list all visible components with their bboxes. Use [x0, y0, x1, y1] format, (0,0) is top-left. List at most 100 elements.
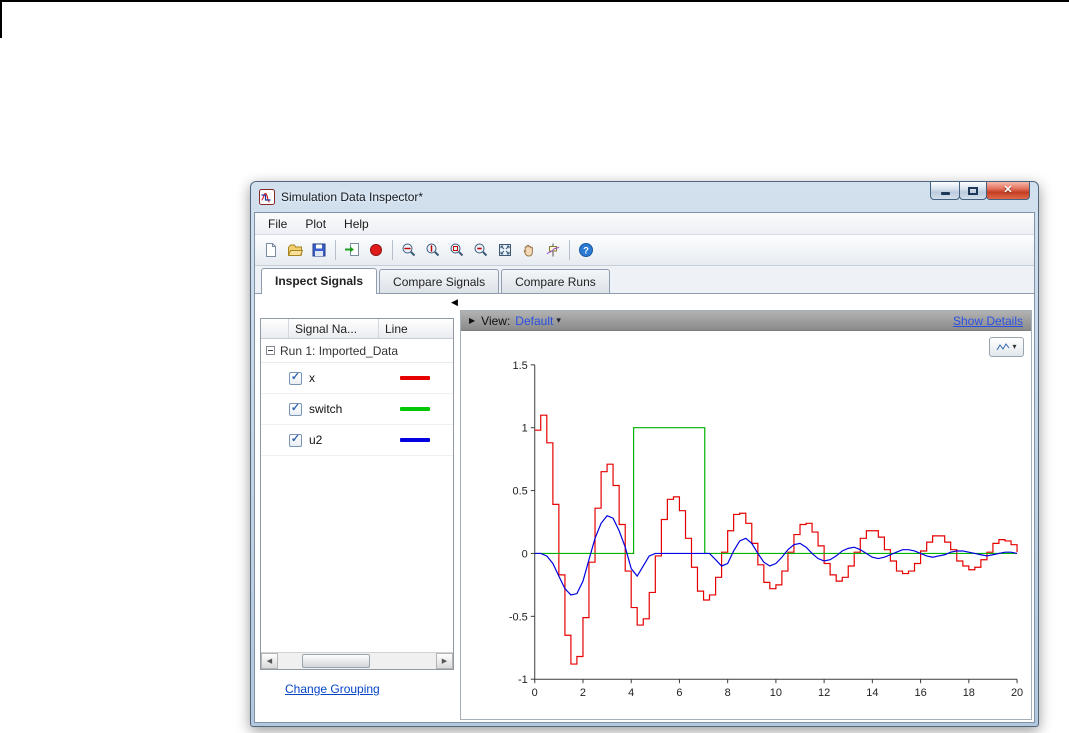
plot-type-dropdown-button[interactable]: ▾ — [989, 337, 1024, 357]
svg-text:-0.5: -0.5 — [509, 611, 528, 623]
svg-text:1.5: 1.5 — [513, 360, 528, 372]
fit-to-view-button[interactable] — [493, 238, 517, 262]
run-group-row[interactable]: Run 1: Imported_Data — [261, 339, 453, 363]
data-cursor-button[interactable] — [541, 238, 565, 262]
show-details-link[interactable]: Show Details — [953, 314, 1023, 328]
caption-buttons: ✕ — [930, 181, 1030, 200]
svg-text:18: 18 — [963, 687, 975, 699]
window-title: Simulation Data Inspector* — [281, 190, 424, 204]
collapse-group-icon[interactable] — [266, 346, 275, 355]
scroll-right-icon: ▶ — [441, 658, 448, 665]
save-icon — [312, 243, 326, 257]
svg-text:20: 20 — [1011, 687, 1023, 699]
expand-arrow-icon[interactable]: ▶ — [469, 316, 475, 325]
window-client-area: File Plot Help ? Inspect Signals Compare… — [254, 212, 1035, 723]
page-border-top — [0, 0, 1069, 2]
zoom-in-y-button[interactable] — [421, 238, 445, 262]
column-header-signal-name[interactable]: Signal Na... — [288, 319, 378, 338]
chevron-down-icon: ▾ — [1012, 342, 1017, 351]
zoom-out-button[interactable] — [469, 238, 493, 262]
tab-compare-runs[interactable]: Compare Runs — [501, 269, 610, 293]
open-file-icon — [287, 244, 303, 256]
record-button[interactable] — [364, 238, 388, 262]
checkbox-switch[interactable]: ✓ — [289, 401, 302, 416]
run-group-label: Run 1: Imported_Data — [280, 343, 399, 358]
line-swatch-switch[interactable] — [400, 407, 430, 411]
column-header-blank — [261, 319, 288, 338]
record-icon — [370, 244, 382, 256]
svg-text:?: ? — [583, 246, 589, 257]
signal-plot-canvas: -1 -0.5 0 0.5 1 1.5 0 2 4 6 8 10 12 14 16 18 20 — [509, 360, 1023, 699]
view-label: View: — [481, 313, 511, 328]
tab-bar: Inspect Signals Compare Signals Compare … — [255, 266, 1034, 294]
fit-to-view-icon — [499, 244, 511, 256]
signal-row-x[interactable]: ✓ x — [261, 363, 453, 394]
zoom-in-y-icon — [426, 243, 440, 257]
svg-text:10: 10 — [770, 687, 782, 699]
zoom-out-icon — [474, 243, 488, 257]
menu-file[interactable]: File — [259, 214, 296, 234]
line-swatch-x[interactable] — [400, 376, 430, 380]
open-file-button[interactable] — [283, 238, 307, 262]
scroll-left-button[interactable]: ◀ — [261, 653, 278, 669]
save-button[interactable] — [307, 238, 331, 262]
svg-text:0: 0 — [532, 687, 538, 699]
main-content: Signal Na... Line Run 1: Imported_Data ✓… — [255, 294, 1034, 722]
new-file-button[interactable] — [259, 238, 283, 262]
scrollbar-thumb[interactable] — [302, 654, 370, 668]
line-swatch-u2[interactable] — [400, 438, 430, 442]
simulation-data-inspector-window: Simulation Data Inspector* ✕ File Plot H… — [250, 181, 1039, 727]
zoom-box-icon — [450, 243, 464, 257]
svg-text:6: 6 — [676, 687, 682, 699]
checkbox-check-icon: ✓ — [290, 370, 301, 383]
signal-table: Signal Na... Line Run 1: Imported_Data ✓… — [260, 318, 454, 670]
svg-text:8: 8 — [725, 687, 731, 699]
chevron-down-icon: ▾ — [556, 315, 561, 325]
maximize-icon — [968, 186, 978, 195]
zoom-box-button[interactable] — [445, 238, 469, 262]
panel-collapse-arrow-icon[interactable]: ◀ — [451, 298, 458, 307]
new-file-icon — [266, 243, 276, 257]
svg-text:1: 1 — [522, 423, 528, 435]
svg-text:4: 4 — [628, 687, 634, 699]
signal-row-u2[interactable]: ✓ u2 — [261, 425, 453, 456]
checkbox-x[interactable]: ✓ — [289, 370, 302, 385]
signal-name-label: u2 — [309, 433, 323, 447]
titlebar[interactable]: Simulation Data Inspector* ✕ — [251, 181, 1038, 212]
svg-text:16: 16 — [914, 687, 926, 699]
signal-row-switch[interactable]: ✓ switch — [261, 394, 453, 425]
scroll-left-icon: ◀ — [266, 658, 273, 665]
checkbox-check-icon: ✓ — [290, 401, 301, 414]
svg-text:-1: -1 — [518, 674, 528, 686]
minimize-button[interactable] — [930, 181, 960, 200]
menu-bar: File Plot Help — [255, 213, 1034, 235]
toolbar-separator — [335, 240, 336, 260]
checkbox-u2[interactable]: ✓ — [289, 432, 302, 447]
checkbox-check-icon: ✓ — [290, 432, 301, 445]
minimize-icon — [940, 192, 950, 195]
tab-inspect-signals[interactable]: Inspect Signals — [261, 268, 378, 294]
tab-compare-signals[interactable]: Compare Signals — [379, 269, 500, 293]
maximize-button[interactable] — [959, 181, 987, 200]
pan-button[interactable] — [517, 238, 541, 262]
help-icon: ? — [579, 243, 593, 257]
help-button[interactable]: ? — [574, 238, 598, 262]
scroll-right-button[interactable]: ▶ — [436, 653, 453, 669]
import-data-button[interactable] — [340, 238, 364, 262]
menu-plot[interactable]: Plot — [296, 214, 335, 234]
page-border-left — [0, 0, 2, 38]
view-selector-dropdown[interactable]: Default ▾ — [515, 314, 561, 328]
toolbar-separator — [392, 240, 393, 260]
signal-table-header: Signal Na... Line — [261, 319, 453, 339]
toolbar: ? — [255, 235, 1034, 266]
menu-help[interactable]: Help — [335, 214, 378, 234]
close-button[interactable]: ✕ — [986, 181, 1030, 200]
column-header-line[interactable]: Line — [378, 319, 453, 338]
zoom-in-x-icon — [402, 243, 416, 257]
zoom-in-x-button[interactable] — [397, 238, 421, 262]
svg-text:12: 12 — [818, 687, 830, 699]
svg-text:0.5: 0.5 — [513, 486, 528, 498]
scrollbar-track[interactable] — [278, 653, 436, 669]
horizontal-scrollbar[interactable]: ◀ ▶ — [261, 652, 453, 669]
change-grouping-link[interactable]: Change Grouping — [285, 682, 380, 696]
